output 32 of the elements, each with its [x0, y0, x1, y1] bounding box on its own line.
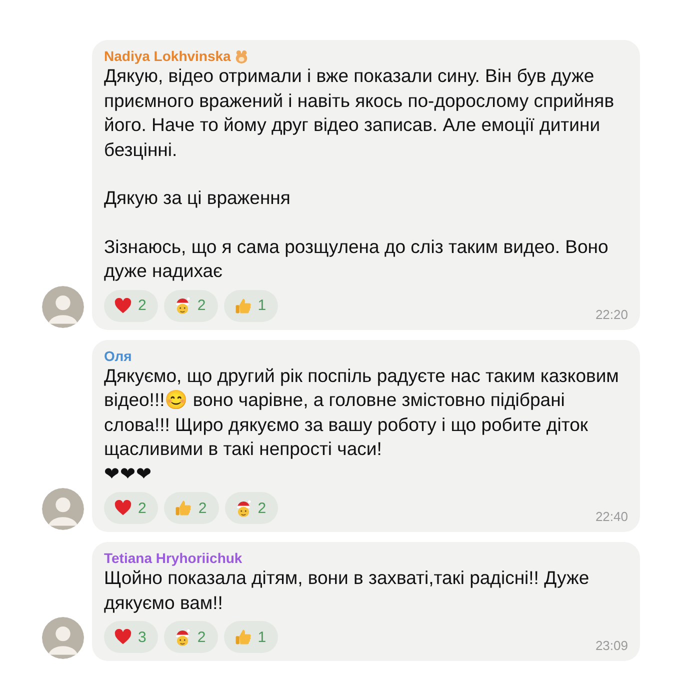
santa-face-icon	[174, 296, 192, 315]
message-text: Щойно показала дітям, вони в захваті,такі радісні!! Дуже дякуємо вам!!	[104, 566, 590, 615]
reaction-button[interactable]: 2	[164, 492, 219, 524]
thumbs-up-icon	[234, 628, 252, 646]
message-time: 23:09	[595, 638, 628, 653]
reaction-button[interactable]: 3	[104, 621, 158, 653]
message-time: 22:20	[595, 306, 628, 322]
message-text: Зізнаюсь, що я сама розщулена до сліз таким видео. Воно дуже надихає	[104, 234, 610, 283]
avatar	[42, 488, 84, 530]
reaction-button[interactable]: 2	[164, 290, 218, 322]
reaction-button[interactable]: 1	[224, 621, 278, 653]
avatar	[42, 617, 84, 659]
message-text: Дякую, відео отримали і вже показали сину. Він був дуже приємного вражений і навіть якось по-дорослому сприйняв його. Наче то йому друг відео записав. Але емоції дитини безцінні.	[104, 64, 616, 162]
reaction-button[interactable]: 2	[164, 621, 218, 653]
avatar	[42, 286, 84, 328]
message-text: Дякуємо, що другий рік поспіль радуєте нас таким казковим відео!!!😊 воно чарівне, а головне змістовно підібрані слова!!! Щиро дякуємо за вашу роботу і що робите діток щасливими в такі непрості часи! ❤❤❤	[104, 364, 620, 486]
author-name[interactable]: Оля	[104, 348, 132, 364]
heart-icon	[114, 629, 132, 645]
heart-icon	[114, 500, 132, 516]
santa-face-icon	[234, 498, 252, 518]
reaction-button[interactable]: 2	[224, 492, 278, 524]
author-name[interactable]: Tetiana Hryhoriichuk	[104, 550, 242, 566]
reaction-button[interactable]: 1	[224, 290, 278, 322]
santa-face-icon	[174, 628, 192, 646]
reaction-button[interactable]: 2	[104, 492, 158, 524]
author-name[interactable]: Nadiya Lokhvinska	[104, 48, 231, 64]
thumbs-up-icon	[174, 499, 192, 517]
message-text: Дякую за ці враження	[104, 186, 292, 210]
thumbs-up-icon	[234, 296, 252, 314]
message-time: 22:40	[595, 509, 628, 524]
reaction-button[interactable]: 2	[104, 290, 158, 322]
heart-icon	[114, 298, 132, 314]
